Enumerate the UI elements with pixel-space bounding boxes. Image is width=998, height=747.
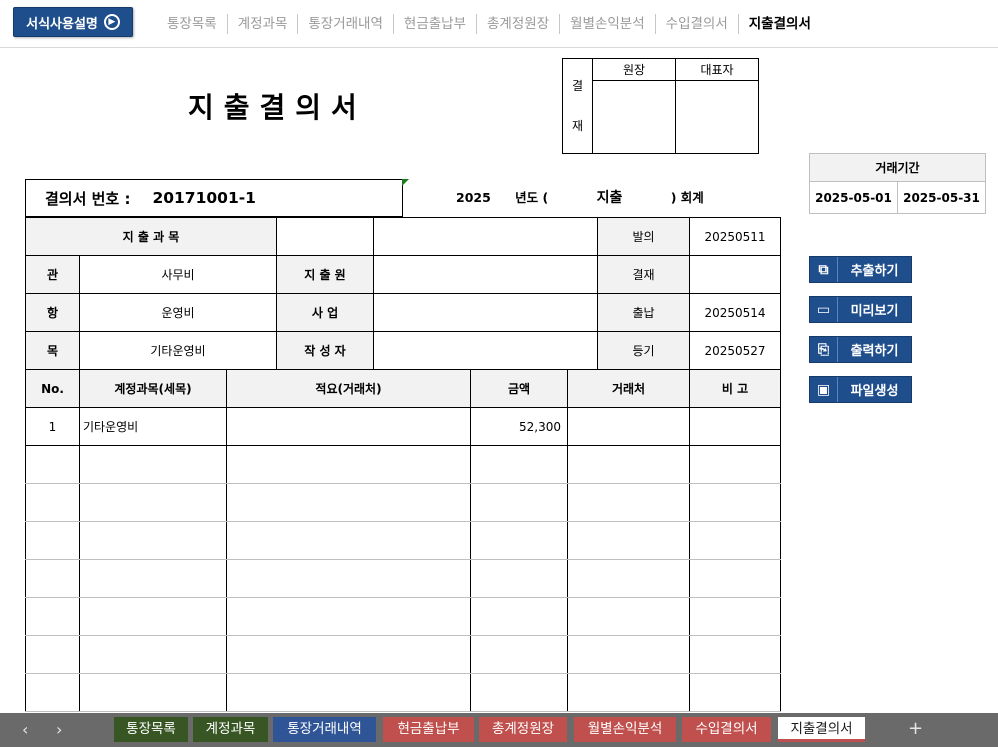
date-label-approval: 결재 — [597, 255, 690, 294]
payee-label: 지 출 원 — [276, 255, 374, 294]
period-to[interactable]: 2025-05-31 — [897, 181, 986, 214]
column-header-vendor: 거래처 — [567, 369, 690, 408]
approval-head-ceo: 대표자 — [675, 58, 759, 81]
nav-link-general-ledger[interactable]: 총계정원장 — [477, 14, 561, 34]
fiscal-type-value[interactable]: 지출 — [597, 187, 623, 207]
usage-guide-label: 서식사용설명 — [26, 16, 98, 32]
top-navigation: 서식사용설명 ▶ 통장목록 계정과목 통장거래내역 현금출납부 총계정원장 월별… — [0, 0, 998, 48]
approval-side-label: 결 재 — [562, 58, 593, 154]
nav-link-expense-resolution[interactable]: 지출결의서 — [739, 14, 821, 34]
column-header-note: 비 고 — [689, 369, 781, 408]
hang-label: 항 — [25, 293, 80, 332]
nav-link-cashbook[interactable]: 현금출납부 — [394, 14, 478, 34]
sheet-tab-bar: ‹ › 통장목록 계정과목 통장거래내역 현금출납부 총계정원장 월별손익분석 … — [0, 713, 998, 747]
add-sheet-icon[interactable]: + — [908, 718, 923, 739]
resolution-number-value[interactable]: 20171001-1 — [152, 189, 256, 207]
sheet-tab-general-ledger[interactable]: 총계정원장 — [479, 717, 567, 742]
approval-sign-director[interactable] — [592, 80, 676, 154]
print-icon: ⎘ — [810, 337, 838, 362]
chevron-left-icon[interactable]: ‹ — [22, 720, 28, 739]
cell-comment-marker — [402, 179, 409, 186]
gwan-value[interactable]: 사무비 — [79, 255, 277, 294]
fiscal-type-suffix: ) 회계 — [670, 190, 704, 205]
column-header-no: No. — [25, 369, 80, 408]
date-label-proposal: 발의 — [597, 217, 690, 256]
period-from[interactable]: 2025-05-01 — [809, 181, 898, 214]
chevron-right-circle-icon: ▶ — [103, 14, 120, 30]
writer-value[interactable] — [373, 331, 598, 370]
date-value-registration[interactable]: 20250527 — [689, 331, 781, 370]
date-label-disbursement: 출납 — [597, 293, 690, 332]
account-header-blank-2[interactable] — [373, 217, 598, 256]
sheet-tab-bank-list[interactable]: 통장목록 — [114, 717, 188, 742]
table-row — [25, 445, 781, 484]
column-header-memo: 적요(거래처) — [226, 369, 471, 408]
monitor-icon: ▭ — [810, 297, 838, 322]
column-header-account: 계정과목(세목) — [79, 369, 227, 408]
mok-label: 목 — [25, 331, 80, 370]
sheet-tab-income-resolution[interactable]: 수입결의서 — [682, 717, 771, 742]
date-value-disbursement[interactable]: 20250514 — [689, 293, 781, 332]
copy-icon: ⧉ — [810, 257, 838, 282]
row-amount[interactable]: 52,300 — [470, 407, 568, 446]
business-label: 사 업 — [276, 293, 374, 332]
row-note[interactable] — [689, 407, 781, 446]
sheet-tab-monthly-pl[interactable]: 월별손익분석 — [574, 717, 676, 742]
date-value-proposal[interactable]: 20250511 — [689, 217, 781, 256]
resolution-number-box: 결의서 번호 : 20171001-1 — [25, 179, 403, 217]
row-memo[interactable] — [226, 407, 471, 446]
nav-link-accounts[interactable]: 계정과목 — [228, 14, 299, 34]
nav-links: 통장목록 계정과목 통장거래내역 현금출납부 총계정원장 월별손익분석 수입결의… — [157, 13, 821, 35]
row-account[interactable]: 기타운영비 — [79, 407, 227, 446]
payee-value[interactable] — [373, 255, 598, 294]
preview-button[interactable]: ▭ 미리보기 — [809, 296, 912, 323]
nav-link-income-resolution[interactable]: 수입결의서 — [656, 14, 739, 34]
table-row — [25, 673, 781, 712]
table-row — [25, 483, 781, 522]
print-button[interactable]: ⎘ 출력하기 — [809, 336, 912, 363]
transaction-period-box: 거래기간 2025-05-01 2025-05-31 — [809, 153, 986, 214]
extract-button[interactable]: ⧉ 추출하기 — [809, 256, 912, 283]
table-row — [25, 597, 781, 636]
row-no[interactable]: 1 — [25, 407, 80, 446]
fiscal-year-value[interactable]: 2025 — [456, 190, 491, 205]
account-header: 지 출 과 목 — [25, 217, 277, 256]
expense-resolution-table: 지 출 과 목 발의 20250511 관 사무비 지 출 원 결재 항 운영비… — [25, 217, 781, 712]
account-header-blank[interactable] — [276, 217, 374, 256]
approval-head-director: 원장 — [592, 58, 676, 81]
resolution-number-label: 결의서 번호 : — [45, 189, 131, 208]
date-label-registration: 등기 — [597, 331, 690, 370]
sheet-tab-expense-resolution[interactable]: 지출결의서 — [778, 717, 865, 742]
period-label: 거래기간 — [809, 153, 986, 182]
page-title: 지출결의서 — [188, 91, 367, 124]
table-row — [25, 559, 781, 598]
mok-value[interactable]: 기타운영비 — [79, 331, 277, 370]
fiscal-year-line: 2025 년도 ( 지출 ) 회계 — [456, 187, 704, 207]
table-row — [25, 635, 781, 674]
sheet-tab-bank-transactions[interactable]: 통장거래내역 — [273, 717, 376, 742]
nav-link-bank-list[interactable]: 통장목록 — [157, 14, 228, 34]
approval-sign-ceo[interactable] — [675, 80, 759, 154]
business-value[interactable] — [373, 293, 598, 332]
fiscal-year-label: 년도 ( — [515, 190, 549, 205]
table-row: 1 기타운영비 52,300 — [25, 407, 781, 446]
date-value-approval[interactable] — [689, 255, 781, 294]
table-row — [25, 521, 781, 560]
sheet-tab-cashbook[interactable]: 현금출납부 — [383, 717, 474, 742]
usage-guide-button[interactable]: 서식사용설명 ▶ — [13, 7, 133, 37]
approval-box: 결 재 원장 대표자 — [562, 58, 759, 154]
create-file-button[interactable]: ▣ 파일생성 — [809, 376, 912, 403]
gwan-label: 관 — [25, 255, 80, 294]
row-vendor[interactable] — [567, 407, 690, 446]
chevron-right-icon[interactable]: › — [56, 720, 62, 739]
hang-value[interactable]: 운영비 — [79, 293, 277, 332]
folder-icon: ▣ — [810, 377, 838, 402]
writer-label: 작 성 자 — [276, 331, 374, 370]
sheet-tab-accounts[interactable]: 계정과목 — [193, 717, 268, 742]
nav-link-bank-transactions[interactable]: 통장거래내역 — [298, 14, 394, 34]
nav-link-monthly-pl[interactable]: 월별손익분석 — [560, 14, 656, 34]
column-header-amount: 금액 — [470, 369, 568, 408]
